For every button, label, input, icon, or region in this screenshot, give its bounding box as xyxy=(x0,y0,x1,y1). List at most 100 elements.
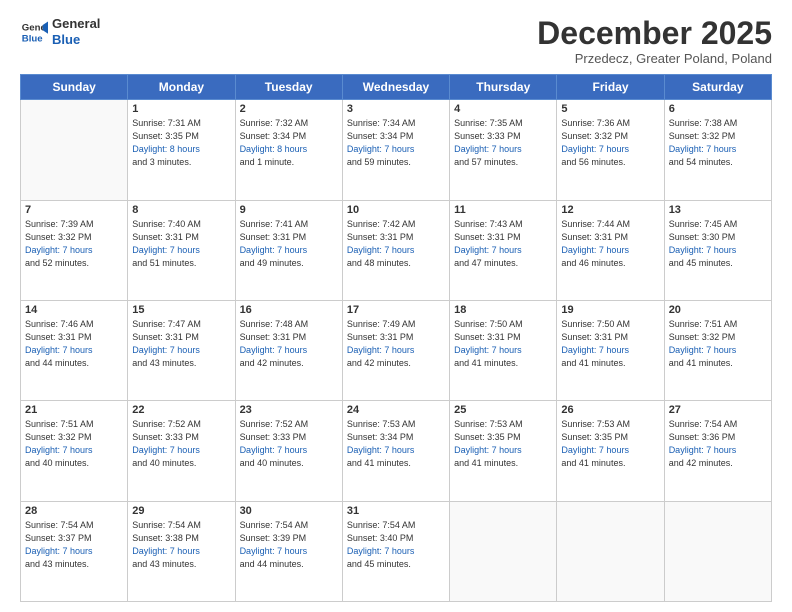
cell-info: Sunrise: 7:36 AM Sunset: 3:32 PM Daylight:… xyxy=(561,117,659,169)
daylight-info: and 41 minutes. xyxy=(347,458,411,468)
daylight-info: Daylight: 7 hours xyxy=(454,144,522,154)
day-number: 23 xyxy=(240,404,338,416)
day-number: 20 xyxy=(669,304,767,316)
logo-text: General Blue xyxy=(52,16,100,47)
cell-info: Sunrise: 7:51 AMSunset: 3:32 PMDaylight:… xyxy=(25,418,123,470)
sunset-info: Sunset: 3:30 PM xyxy=(669,232,736,242)
cell-info: Sunrise: 7:44 AMSunset: 3:31 PMDaylight:… xyxy=(561,218,659,270)
calendar-cell: 26Sunrise: 7:53 AMSunset: 3:35 PMDayligh… xyxy=(557,401,664,501)
daylight-info: and 47 minutes. xyxy=(454,258,518,268)
cell-info: Sunrise: 7:46 AMSunset: 3:31 PMDaylight:… xyxy=(25,318,123,370)
cell-info: Sunrise: 7:54 AMSunset: 3:40 PMDaylight:… xyxy=(347,519,445,571)
cell-info: Sunrise: 7:42 AMSunset: 3:31 PMDaylight:… xyxy=(347,218,445,270)
daylight-info: Daylight: 7 hours xyxy=(454,245,522,255)
sunset-info: Sunset: 3:31 PM xyxy=(25,332,92,342)
cell-info: Sunrise: 7:48 AMSunset: 3:31 PMDaylight:… xyxy=(240,318,338,370)
daylight-info: and 59 minutes. xyxy=(347,157,411,167)
sunrise-info: Sunrise: 7:41 AM xyxy=(240,219,309,229)
sunrise-info: Sunrise: 7:36 AM xyxy=(561,118,630,128)
sunset-info: Sunset: 3:35 PM xyxy=(561,432,628,442)
day-number: 3 xyxy=(347,103,445,115)
cell-info: Sunrise: 7:47 AMSunset: 3:31 PMDaylight:… xyxy=(132,318,230,370)
weekday-header-monday: Monday xyxy=(128,75,235,100)
daylight-info: Daylight: 8 hours xyxy=(132,144,200,154)
sunset-info: Sunset: 3:36 PM xyxy=(669,432,736,442)
sunset-info: Sunset: 3:32 PM xyxy=(561,131,628,141)
daylight-info: Daylight: 7 hours xyxy=(347,345,415,355)
daylight-info: and 57 minutes. xyxy=(454,157,518,167)
cell-info: Sunrise: 7:34 AMSunset: 3:34 PMDaylight:… xyxy=(347,117,445,169)
cell-info: Sunrise: 7:53 AMSunset: 3:35 PMDaylight:… xyxy=(454,418,552,470)
calendar-cell xyxy=(450,501,557,601)
cell-info: Sunrise: 7:52 AMSunset: 3:33 PMDaylight:… xyxy=(240,418,338,470)
sunset-info: Sunset: 3:32 PM xyxy=(669,131,736,141)
daylight-info: Daylight: 7 hours xyxy=(25,445,93,455)
cell-info: Sunrise: 7:50 AMSunset: 3:31 PMDaylight:… xyxy=(454,318,552,370)
day-number: 22 xyxy=(132,404,230,416)
daylight-info: Daylight: 7 hours xyxy=(669,445,737,455)
logo: General Blue General Blue xyxy=(20,16,100,47)
sunrise-info: Sunrise: 7:49 AM xyxy=(347,319,416,329)
day-number: 27 xyxy=(669,404,767,416)
sunrise-info: Sunrise: 7:44 AM xyxy=(561,219,630,229)
daylight-info: and 42 minutes. xyxy=(669,458,733,468)
sunset-info: Sunset: 3:38 PM xyxy=(132,533,199,543)
sunrise-info: Sunrise: 7:52 AM xyxy=(132,419,201,429)
sunset-info: Sunset: 3:31 PM xyxy=(454,332,521,342)
day-number: 14 xyxy=(25,304,123,316)
sunset-info: Sunset: 3:31 PM xyxy=(132,332,199,342)
cell-info: Sunrise: 7:45 AMSunset: 3:30 PMDaylight:… xyxy=(669,218,767,270)
day-number: 19 xyxy=(561,304,659,316)
sunset-info: Sunset: 3:39 PM xyxy=(240,533,307,543)
daylight-info: Daylight: 7 hours xyxy=(240,345,308,355)
day-number: 24 xyxy=(347,404,445,416)
daylight-info: and 46 minutes. xyxy=(561,258,625,268)
daylight-info: Daylight: 7 hours xyxy=(561,144,629,154)
daylight-info: and 40 minutes. xyxy=(132,458,196,468)
sunset-info: Sunset: 3:33 PM xyxy=(132,432,199,442)
day-number: 31 xyxy=(347,505,445,517)
sunset-info: Sunset: 3:31 PM xyxy=(454,232,521,242)
daylight-info: Daylight: 7 hours xyxy=(25,345,93,355)
sunrise-info: Sunrise: 7:35 AM xyxy=(454,118,523,128)
daylight-info: Daylight: 7 hours xyxy=(454,445,522,455)
sunset-info: Sunset: 3:31 PM xyxy=(347,332,414,342)
daylight-info: Daylight: 7 hours xyxy=(240,445,308,455)
weekday-header-saturday: Saturday xyxy=(664,75,771,100)
daylight-info: and 49 minutes. xyxy=(240,258,304,268)
cell-info: Sunrise: 7:38 AMSunset: 3:32 PMDaylight:… xyxy=(669,117,767,169)
daylight-info: and 41 minutes. xyxy=(561,358,625,368)
sunrise-info: Sunrise: 7:31 AM xyxy=(132,118,201,128)
sunset-info: Sunset: 3:31 PM xyxy=(561,232,628,242)
calendar-cell: 7 Sunrise: 7:39 AMSunset: 3:32 PMDaylight… xyxy=(21,200,128,300)
sunrise-info: Sunrise: 7:51 AM xyxy=(669,319,738,329)
day-number: 7 xyxy=(25,204,123,216)
day-number: 26 xyxy=(561,404,659,416)
day-number: 1 xyxy=(132,103,230,115)
calendar-cell xyxy=(557,501,664,601)
daylight-info: and 43 minutes. xyxy=(25,559,89,569)
sunrise-info: Sunrise: 7:48 AM xyxy=(240,319,309,329)
calendar-week-3: 14 Sunrise: 7:46 AMSunset: 3:31 PMDayligh… xyxy=(21,300,772,400)
sunrise-info: Sunrise: 7:47 AM xyxy=(132,319,201,329)
sunset-info: Sunset: 3:32 PM xyxy=(25,432,92,442)
calendar-cell: 13Sunrise: 7:45 AMSunset: 3:30 PMDayligh… xyxy=(664,200,771,300)
daylight-info: and 44 minutes. xyxy=(25,358,89,368)
header: General Blue General Blue December 2025 … xyxy=(20,16,772,66)
daylight-info: Daylight: 7 hours xyxy=(132,546,200,556)
cell-info: Sunrise: 7:39 AMSunset: 3:32 PMDaylight:… xyxy=(25,218,123,270)
sunset-info: Sunset: 3:34 PM xyxy=(240,131,307,141)
daylight-info: and 40 minutes. xyxy=(240,458,304,468)
sunset-info: Sunset: 3:31 PM xyxy=(347,232,414,242)
calendar-cell xyxy=(21,100,128,200)
sunrise-info: Sunrise: 7:54 AM xyxy=(347,520,416,530)
weekday-header-tuesday: Tuesday xyxy=(235,75,342,100)
daylight-info: and 41 minutes. xyxy=(561,458,625,468)
cell-info: Sunrise: 7:54 AMSunset: 3:39 PMDaylight:… xyxy=(240,519,338,571)
calendar-cell: 28Sunrise: 7:54 AMSunset: 3:37 PMDayligh… xyxy=(21,501,128,601)
daylight-info: Daylight: 7 hours xyxy=(669,245,737,255)
calendar-week-5: 28Sunrise: 7:54 AMSunset: 3:37 PMDayligh… xyxy=(21,501,772,601)
calendar-week-4: 21Sunrise: 7:51 AMSunset: 3:32 PMDayligh… xyxy=(21,401,772,501)
sunset-info: Sunset: 3:40 PM xyxy=(347,533,414,543)
daylight-info: and 40 minutes. xyxy=(25,458,89,468)
